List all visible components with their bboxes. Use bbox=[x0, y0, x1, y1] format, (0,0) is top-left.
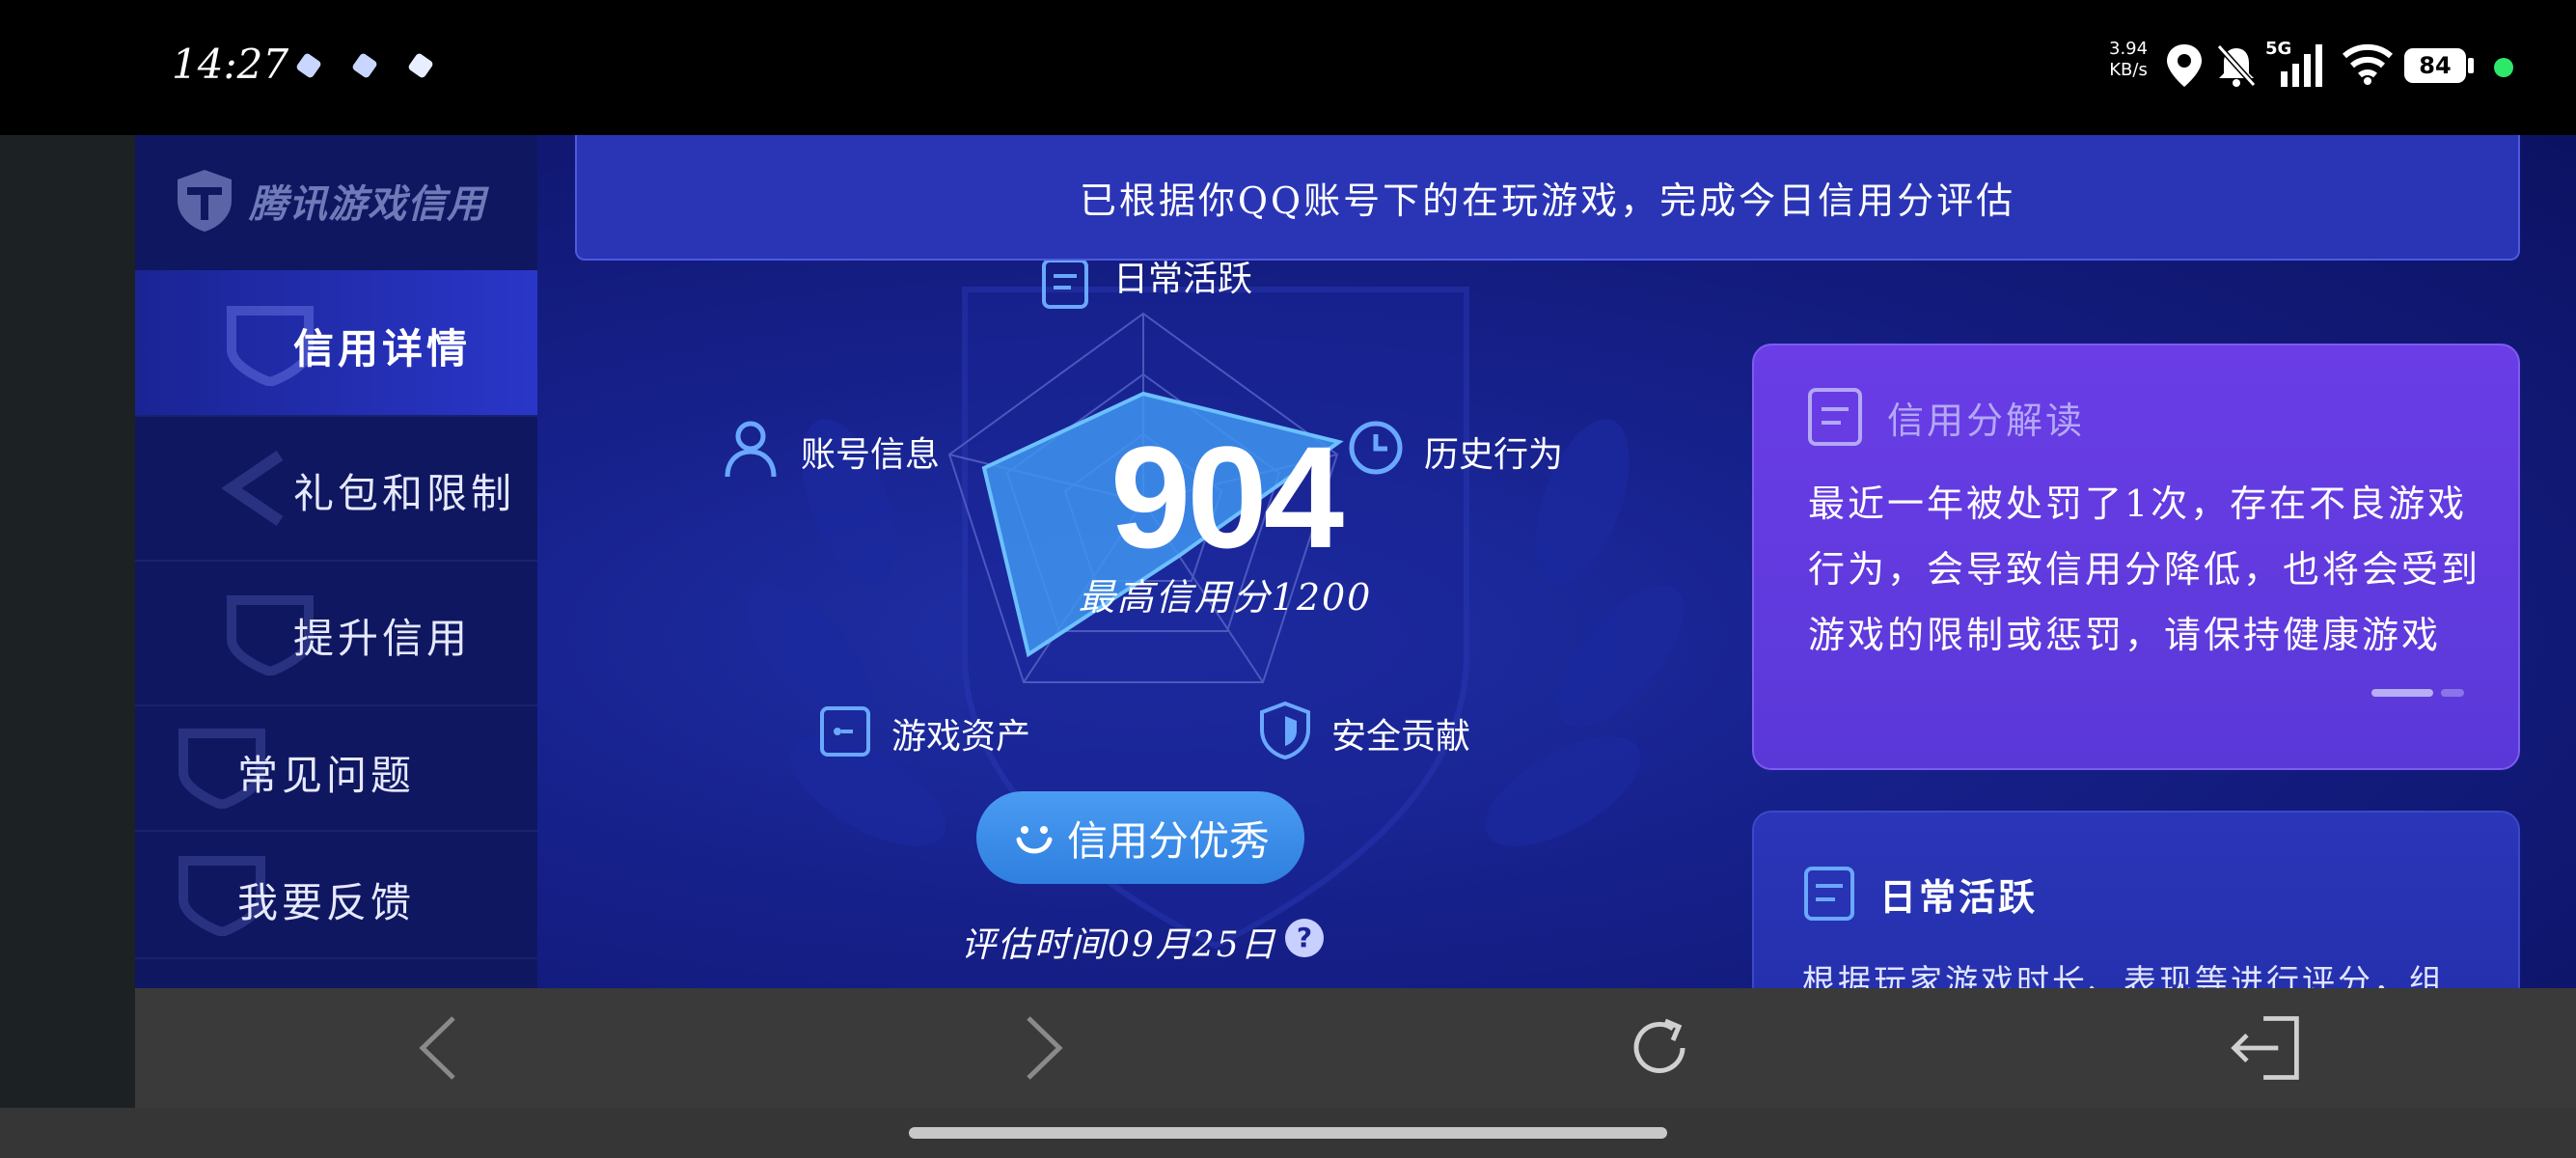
credit-status-button[interactable]: 信用分优秀 bbox=[976, 791, 1304, 884]
forward-button[interactable] bbox=[1005, 1009, 1082, 1087]
status-bar: 14:27 3.94 KB/s 5G 84 bbox=[0, 0, 2576, 135]
smile-icon bbox=[1016, 826, 1053, 854]
refresh-icon bbox=[1633, 1018, 1685, 1073]
document-icon bbox=[1808, 388, 1862, 446]
forward-icon bbox=[1027, 1016, 1063, 1080]
notification-icon bbox=[351, 52, 378, 79]
location-icon bbox=[2167, 44, 2202, 87]
card-title: 信用分解读 bbox=[1887, 399, 2086, 442]
back-icon bbox=[419, 1016, 455, 1080]
credit-score: 904 bbox=[1110, 416, 1344, 578]
card-body: 根据玩家游戏时长、表现等进行评分，组 bbox=[1802, 963, 2445, 988]
back-button[interactable] bbox=[399, 1009, 477, 1087]
axis-label-account-info: 账号信息 bbox=[801, 435, 941, 475]
carousel-indicator bbox=[2371, 689, 2464, 697]
credit-radar-chart bbox=[947, 312, 1344, 683]
credit-status-label: 信用分优秀 bbox=[1066, 816, 1270, 865]
document-icon bbox=[1804, 867, 1854, 921]
notification-icon bbox=[407, 52, 434, 79]
security-shield-icon bbox=[1260, 701, 1310, 760]
banner-text: 已根据你QQ账号下的在玩游戏，完成今日信用分评估 bbox=[1079, 179, 2016, 222]
evaluation-time: 评估时间09月25日 bbox=[961, 925, 1277, 965]
user-icon bbox=[725, 421, 777, 478]
browser-nav-bar bbox=[135, 988, 2576, 1108]
battery-icon: 84 bbox=[2404, 48, 2466, 83]
mute-bell-icon bbox=[2216, 43, 2257, 88]
max-score-label: 最高信用分1200 bbox=[1078, 576, 1373, 619]
daily-activity-icon bbox=[1042, 259, 1088, 309]
help-icon[interactable]: ? bbox=[1285, 919, 1324, 957]
indicator-dot bbox=[2494, 58, 2513, 77]
signal-icon bbox=[2281, 44, 2322, 87]
axis-label-game-assets: 游戏资产 bbox=[891, 717, 1031, 757]
clock: 14:27 bbox=[172, 41, 289, 88]
home-indicator[interactable] bbox=[909, 1127, 1667, 1139]
card-header: 日常活跃 bbox=[1802, 865, 2038, 923]
exit-button[interactable] bbox=[2227, 1009, 2304, 1087]
wifi-icon bbox=[2343, 43, 2393, 85]
axis-label-security: 安全贡献 bbox=[1331, 717, 1471, 757]
card-title: 日常活跃 bbox=[1879, 874, 2039, 919]
left-edge bbox=[0, 135, 135, 1108]
notification-icon bbox=[295, 52, 322, 79]
card-header: 信用分解读 bbox=[1806, 386, 2085, 448]
wallet-icon bbox=[820, 706, 870, 757]
evaluation-banner: 已根据你QQ账号下的在玩游戏，完成今日信用分评估 bbox=[575, 135, 2520, 261]
exit-icon bbox=[2231, 1016, 2299, 1080]
card-body: 最近一年被处罚了1次，存在不良游戏行为，会导致信用分降低，也将会受到游戏的限制或… bbox=[1808, 482, 2481, 656]
battery-tip bbox=[2468, 58, 2474, 73]
daily-activity-card[interactable]: 日常活跃 根据玩家游戏时长、表现等进行评分，组 bbox=[1752, 811, 2520, 988]
refresh-button[interactable] bbox=[1621, 1009, 1698, 1087]
credit-interpretation-card: 信用分解读 最近一年被处罚了1次，存在不良游戏行为，会导致信用分降低，也将会受到… bbox=[1752, 344, 2520, 770]
app-content: 腾讯游戏信用 信用详情 礼包和限制 提升信用 常见问题 我要反馈 日常活跃 账号… bbox=[135, 135, 2576, 988]
network-speed: 3.94 KB/s bbox=[2109, 39, 2149, 80]
